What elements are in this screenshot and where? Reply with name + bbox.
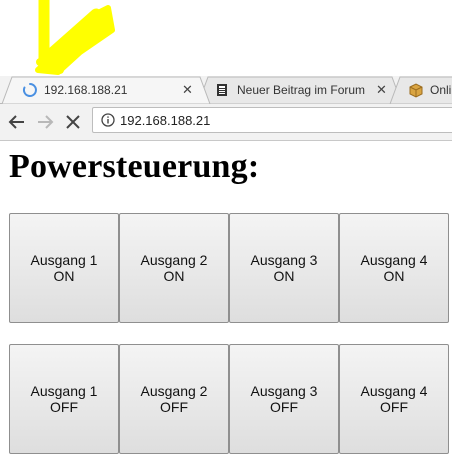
package-favicon-icon [409,83,423,98]
page-title: Powersteuerung: [9,148,260,185]
tab-forum[interactable]: Neuer Beitrag im Forum ✕ [216,76,392,104]
button-label: Ausgang 3 [250,383,318,399]
button-state: OFF [160,399,188,415]
button-label: Ausgang 3 [250,252,318,268]
info-icon[interactable] [101,113,115,127]
ausgang-4-on-button[interactable]: Ausgang 4 ON [339,213,449,323]
loading-spinner-icon [22,83,37,97]
ausgang-1-on-button[interactable]: Ausgang 1 ON [9,213,119,323]
close-tab-icon[interactable]: ✕ [376,82,387,98]
ausgang-1-off-button[interactable]: Ausgang 1 OFF [9,344,119,454]
tab-active[interactable]: 192.168.188.21 ✕ [20,76,210,104]
annotation-arrow-icon [35,0,115,75]
address-bar[interactable]: 192.168.188.21 [92,107,452,133]
button-label: Ausgang 1 [30,383,98,399]
button-state: ON [383,268,405,284]
forum-favicon-icon [217,84,227,96]
back-arrow-icon[interactable] [5,110,29,134]
tab-strip: 192.168.188.21 ✕ Neuer Beitrag im Forum … [0,76,452,104]
button-state: ON [53,268,75,284]
button-label: Ausgang 2 [140,383,208,399]
button-state: OFF [270,399,298,415]
button-state: ON [273,268,295,284]
button-state: OFF [50,399,78,415]
button-label: Ausgang 4 [360,383,428,399]
ausgang-4-off-button[interactable]: Ausgang 4 OFF [339,344,449,454]
url-text: 192.168.188.21 [120,113,211,128]
button-state: OFF [380,399,408,415]
button-label: Ausgang 4 [360,252,428,268]
tab-title: Neuer Beitrag im Forum [237,83,366,97]
forward-arrow-icon[interactable] [33,110,57,134]
tab-online[interactable]: Onli [408,76,452,104]
stop-loading-icon[interactable] [61,110,85,134]
ausgang-2-on-button[interactable]: Ausgang 2 ON [119,213,229,323]
tab-title: 192.168.188.21 [44,83,128,97]
ausgang-3-on-button[interactable]: Ausgang 3 ON [229,213,339,323]
button-state: ON [163,268,185,284]
ausgang-2-off-button[interactable]: Ausgang 2 OFF [119,344,229,454]
button-label: Ausgang 2 [140,252,208,268]
ausgang-3-off-button[interactable]: Ausgang 3 OFF [229,344,339,454]
tab-title: Onli [430,83,452,97]
close-tab-icon[interactable]: ✕ [182,82,193,98]
button-label: Ausgang 1 [30,252,98,268]
